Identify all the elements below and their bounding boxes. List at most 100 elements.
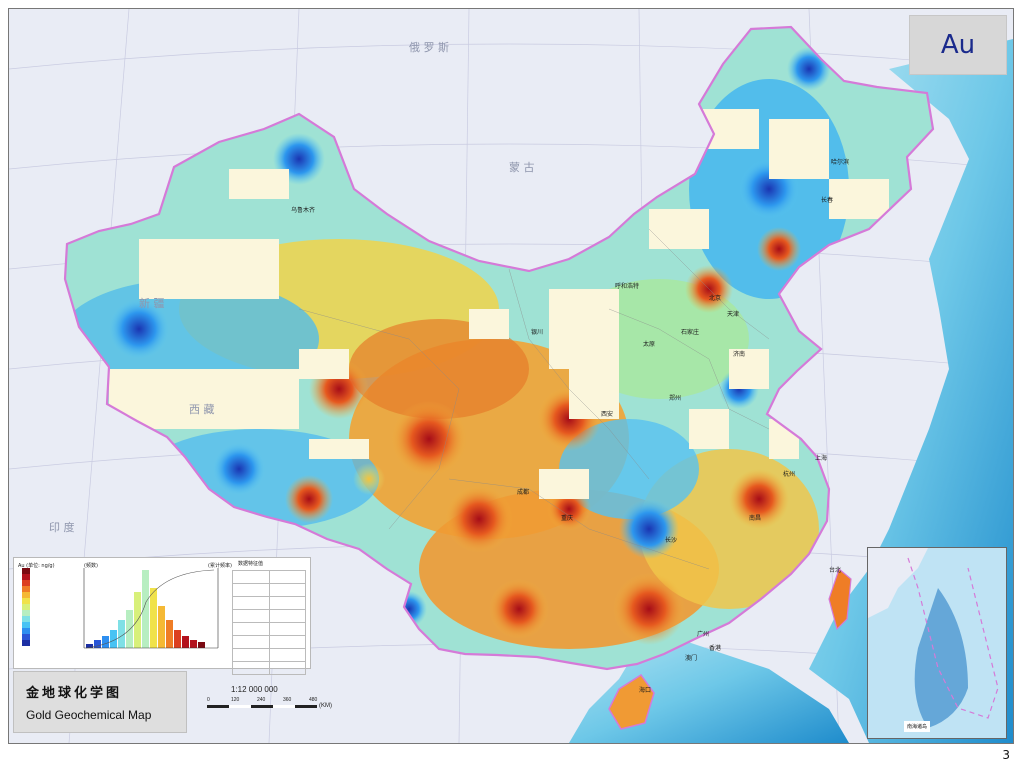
label-mongolia: 蒙 古 [509,161,535,174]
element-badge: Au [909,15,1007,75]
legend-swatch [22,592,30,598]
element-symbol: Au [940,30,976,60]
stats-row [232,570,306,584]
map-title-cn: 金地球化学图 [26,686,123,701]
label-changsha: 长沙 [665,537,678,544]
inset-graphic [868,548,1006,738]
label-shijiazhuang: 石家庄 [681,329,700,336]
legend-swatch [22,634,30,640]
inset-label: 南海诸岛 [904,721,931,732]
stats-cell [268,635,306,649]
scale-block: 1:12 000 000 0 120 240 360 480 (KM) [207,685,367,737]
stats-cell [232,661,270,675]
stats-title: 数据特征值 [238,561,264,567]
stats-cell [268,622,306,636]
histogram-bar [102,636,109,648]
legend-swatch [22,616,30,622]
legend-graphic [22,568,219,649]
label-taibei: 台北 [829,567,842,574]
legend-panel: Au (单位: ng/g) (频数) (累计频率) 数据特征值 [13,557,311,675]
histogram-bar [150,588,157,648]
stats-row [232,661,306,675]
stats-cell [268,648,306,662]
stats-row [232,596,306,610]
map-frame[interactable]: 哈尔滨 长春 北京 天津 石家庄 太原 济南 郑州 上海 杭州 南昌 长沙 成都… [8,8,1014,744]
label-aomen: 澳门 [685,655,698,662]
label-shanghai: 上海 [815,455,828,462]
south-china-sea-inset[interactable]: 南海诸岛 [867,547,1007,739]
scale-tick: 120 [231,697,240,703]
label-changchun: 长春 [821,197,834,204]
stats-row [232,635,306,649]
label-haikou: 海口 [639,687,652,694]
label-chengdu: 成都 [517,489,530,496]
label-guangzhou: 广州 [697,631,710,638]
legend-color-column [22,568,30,646]
stats-cell [268,596,306,610]
stats-table [232,570,306,675]
stats-cell [232,648,270,662]
map-title-en: Gold Geochemical Map [26,708,152,722]
label-tianjin: 天津 [727,311,740,318]
stats-cell [232,622,270,636]
histogram-bar [166,620,173,648]
scale-segment [273,705,295,708]
histogram-bar [182,636,189,648]
legend-swatch [22,580,30,586]
stats-cell [232,570,270,584]
scale-segment [229,705,251,708]
legend-swatch [22,622,30,628]
label-beijing: 北京 [709,295,722,302]
label-harbin: 哈尔滨 [831,159,850,166]
stats-cell [232,596,270,610]
label-zhengzhou: 郑州 [669,395,682,402]
label-chongqing: 重庆 [561,515,574,522]
page-number: 3 [1002,748,1010,762]
map-title-panel: 金地球化学图 Gold Geochemical Map [13,671,187,733]
histogram-bar [142,570,149,648]
stats-row [232,622,306,636]
scale-tick: 480 [309,697,318,703]
stats-cell [268,661,306,675]
scale-ticks: 0 120 240 360 480 [207,697,337,705]
histogram-bar [126,610,133,648]
legend-swatch [22,586,30,592]
stats-row [232,583,306,597]
stats-cell [268,609,306,623]
legend-swatch [22,628,30,634]
label-wulumuqi: 乌鲁木齐 [291,207,316,214]
legend-swatch [22,610,30,616]
legend-histogram [86,570,205,648]
stats-cell [268,570,306,584]
label-russia: 俄 罗 斯 [409,41,449,54]
label-hangzhou: 杭州 [783,471,796,478]
scale-tick: 240 [257,697,266,703]
legend-swatch [22,598,30,604]
label-yinchuan: 银川 [531,329,544,336]
scale-ratio: 1:12 000 000 [231,685,278,694]
label-huhehaote: 呼和浩特 [615,283,640,290]
scale-unit: (KM) [319,703,332,709]
label-jinan: 济南 [733,351,746,358]
label-taiyuan: 太原 [643,341,656,348]
stats-cell [268,583,306,597]
legend-swatch [22,568,30,574]
label-xian: 西安 [601,411,614,418]
scale-bar [207,705,317,708]
histogram-bar [198,642,205,648]
legend-swatch [22,574,30,580]
stats-cell [232,609,270,623]
label-xinjiang: 新 疆 [139,297,165,310]
stats-row [232,648,306,662]
histogram-bar [174,630,181,648]
label-india: 印 度 [49,521,75,534]
scale-tick: 360 [283,697,292,703]
scale-tick: 0 [207,697,210,703]
stats-cell [232,635,270,649]
legend-swatch [22,604,30,610]
label-xianggang: 香港 [709,645,722,652]
histogram-bar [158,606,165,648]
histogram-bar [190,640,197,648]
stats-row [232,609,306,623]
legend-swatch [22,640,30,646]
